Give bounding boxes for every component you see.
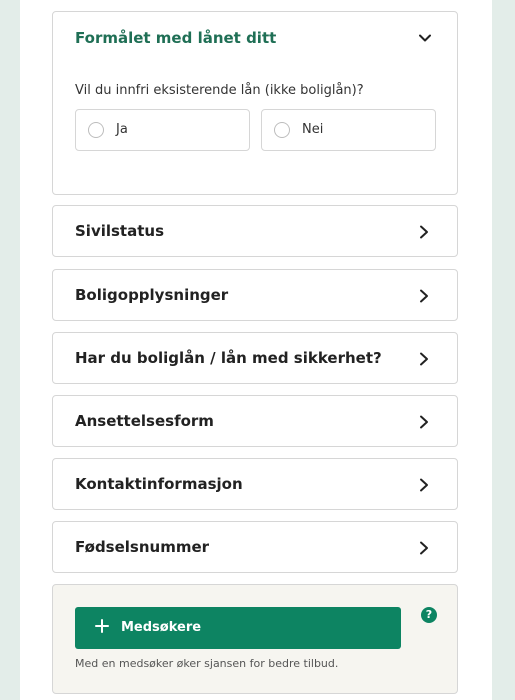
radio-circle[interactable] <box>274 122 290 138</box>
co-applicant-box: Medsøkere ? Med en medsøker øker sjansen… <box>52 584 458 694</box>
chevron-right-icon <box>420 478 428 492</box>
accordion-kontaktinformasjon[interactable]: Kontaktinformasjon <box>52 458 458 510</box>
add-co-applicant-label: Medsøkere <box>121 620 202 635</box>
help-icon[interactable]: ? <box>421 607 437 623</box>
radio-label-nei: Nei <box>302 122 324 137</box>
chevron-right-icon <box>420 289 428 303</box>
accordion-label: Fødselsnummer <box>75 538 210 556</box>
plus-icon <box>95 619 109 633</box>
chevron-right-icon <box>420 541 428 555</box>
accordion-ansettelsesform[interactable]: Ansettelsesform <box>52 395 458 447</box>
radio-circle[interactable] <box>88 122 104 138</box>
accordion-boliglan[interactable]: Har du boliglån / lån med sikkerhet? <box>52 332 458 384</box>
accordion-label: Har du boliglån / lån med sikkerhet? <box>75 349 382 367</box>
accordion-purpose: Formålet med lånet ditt Vil du innfri ek… <box>52 11 458 195</box>
accordion-label: Boligopplysninger <box>75 286 229 304</box>
chevron-down-icon[interactable] <box>419 32 431 44</box>
accordion-sivilstatus[interactable]: Sivilstatus <box>52 205 458 257</box>
refinance-question: Vil du innfri eksisterende lån (ikke bol… <box>75 83 364 98</box>
add-co-applicant-button[interactable]: Medsøkere <box>75 607 401 649</box>
co-applicant-hint: Med en medsøker øker sjansen for bedre t… <box>75 657 339 670</box>
radio-label-ja: Ja <box>116 122 128 137</box>
accordion-label: Ansettelsesform <box>75 412 214 430</box>
accordion-label: Kontaktinformasjon <box>75 475 243 493</box>
radio-option-ja[interactable]: Ja <box>75 109 250 151</box>
chevron-right-icon <box>420 415 428 429</box>
accordion-boligopplysninger[interactable]: Boligopplysninger <box>52 269 458 321</box>
chevron-right-icon <box>420 352 428 366</box>
accordion-fodselsnummer[interactable]: Fødselsnummer <box>52 521 458 573</box>
radio-option-nei[interactable]: Nei <box>261 109 436 151</box>
accordion-purpose-title[interactable]: Formålet med lånet ditt <box>75 29 276 47</box>
chevron-right-icon <box>420 225 428 239</box>
accordion-label: Sivilstatus <box>75 222 165 240</box>
